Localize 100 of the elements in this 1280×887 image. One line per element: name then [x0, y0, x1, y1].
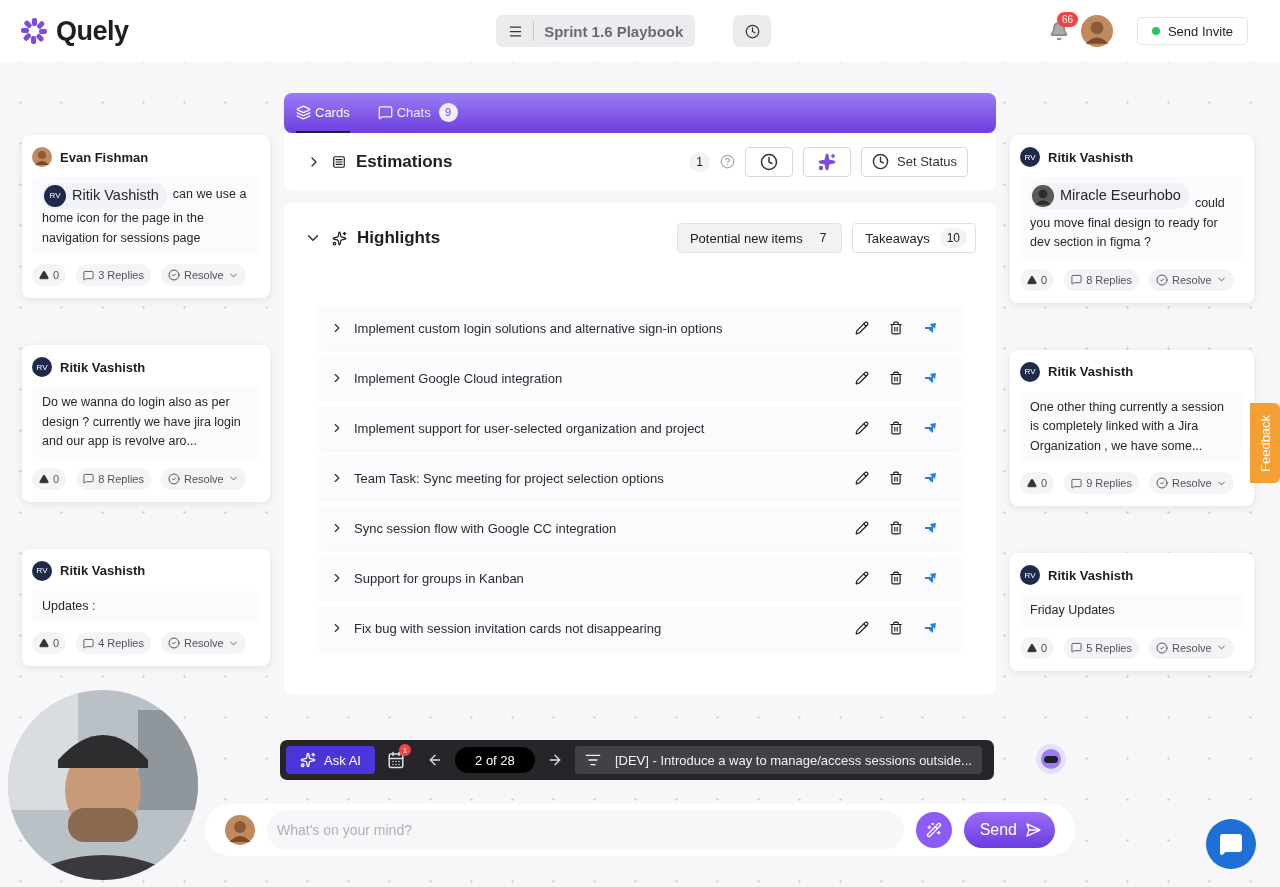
- comment-text: Friday Updates: [1020, 595, 1244, 627]
- check-circle-icon: [168, 637, 180, 649]
- highlight-title: Implement custom login solutions and alternative sign-in options: [354, 320, 724, 336]
- bot-button[interactable]: [1036, 744, 1066, 774]
- sparkle-icon: [332, 230, 347, 246]
- replies-button[interactable]: 8 Replies: [76, 467, 151, 490]
- arrows-icon[interactable]: [923, 321, 938, 335]
- clock-icon: [760, 152, 778, 171]
- arrows-icon[interactable]: [923, 371, 938, 385]
- highlight-row[interactable]: Team Task: Sync meeting for project selection options: [318, 457, 962, 499]
- notification-badge: 1: [398, 744, 411, 756]
- edit-icon[interactable]: [855, 471, 869, 485]
- delete-icon[interactable]: [889, 321, 903, 335]
- triangle-icon: [1027, 274, 1037, 285]
- highlight-row[interactable]: Implement custom login solutions and alternative sign-in options: [318, 307, 962, 349]
- highlight-row[interactable]: Fix bug with session invitation cards not disappearing: [318, 607, 962, 649]
- triangle-icon: [39, 638, 49, 648]
- menu-icon: [508, 23, 524, 39]
- calendar-icon[interactable]: [386, 751, 405, 769]
- magic-wand-button[interactable]: [915, 812, 952, 848]
- triangle-icon: [39, 270, 49, 280]
- resolve-button[interactable]: Resolve: [1149, 636, 1234, 659]
- replies-button[interactable]: 3 Replies: [76, 264, 151, 286]
- stack-icon: [296, 104, 311, 120]
- replies-button[interactable]: 4 Replies: [76, 632, 151, 654]
- highlight-title: Implement support for user-selected organization and project: [354, 420, 706, 436]
- speech-bubble-icon: [1071, 477, 1083, 489]
- message-input[interactable]: What's on your mind?: [267, 810, 904, 850]
- delete-icon[interactable]: [889, 421, 903, 435]
- avatar: RV: [1020, 147, 1040, 167]
- arrows-icon[interactable]: [923, 571, 938, 585]
- speech-bubble-icon: [83, 473, 95, 484]
- arrows-icon[interactable]: [923, 521, 938, 535]
- timer-button[interactable]: [745, 146, 793, 177]
- logo-icon: [20, 17, 48, 45]
- edit-icon[interactable]: [855, 371, 869, 385]
- send-button[interactable]: Send: [963, 812, 1055, 848]
- speech-bubble-icon: [83, 269, 95, 281]
- resolve-button[interactable]: Resolve: [161, 264, 246, 286]
- section-title: Estimations: [356, 151, 453, 172]
- replies-button[interactable]: 5 Replies: [1064, 636, 1139, 659]
- arrows-icon[interactable]: [923, 421, 938, 435]
- magic-wand-icon: [925, 822, 942, 838]
- playbook-button[interactable]: Sprint 1.6 Playbook: [496, 15, 696, 47]
- filter-button[interactable]: Potential new items 7: [676, 223, 843, 253]
- resolve-button[interactable]: Resolve: [1149, 472, 1234, 494]
- estimate-count: 1: [689, 151, 710, 172]
- avatar: [1080, 15, 1113, 47]
- resolve-button[interactable]: Resolve: [161, 632, 246, 654]
- highlight-row[interactable]: Implement support for user-selected organization and project: [318, 407, 962, 449]
- check-circle-icon: [1156, 641, 1168, 654]
- filter-button[interactable]: Takeaways 10: [852, 223, 976, 253]
- delete-icon[interactable]: [889, 621, 903, 635]
- delete-icon[interactable]: [889, 521, 903, 535]
- upvote-button[interactable]: 0: [1020, 472, 1055, 494]
- history-button[interactable]: [733, 15, 772, 47]
- current-item-button[interactable]: [DEV] - Introduce a way to manage/access sessions outside...: [574, 746, 982, 774]
- replies-button[interactable]: 9 Replies: [1064, 472, 1139, 494]
- mention-chip[interactable]: Miracle Eseurhobo: [1030, 183, 1189, 209]
- upvote-button[interactable]: 0: [32, 264, 67, 286]
- resolve-button[interactable]: Resolve: [1149, 268, 1234, 291]
- comment-text: Updates :: [32, 590, 260, 622]
- send-invite-button[interactable]: Send Invite: [1136, 17, 1248, 45]
- highlight-row[interactable]: Sync session flow with Google CC integration: [318, 507, 962, 549]
- author-name: Ritik Vashisth: [60, 359, 146, 375]
- highlight-row[interactable]: Implement Google Cloud integration: [318, 357, 962, 399]
- edit-icon[interactable]: [855, 421, 869, 435]
- delete-icon[interactable]: [889, 471, 903, 485]
- upvote-button[interactable]: 0: [32, 467, 67, 490]
- ask-ai-button[interactable]: Ask AI: [286, 746, 375, 774]
- sparkle-button[interactable]: [803, 146, 851, 177]
- avatar: RV: [32, 357, 52, 377]
- arrows-icon[interactable]: [923, 471, 938, 485]
- set-status-button[interactable]: Set Status: [861, 146, 968, 177]
- replies-button[interactable]: 8 Replies: [1064, 268, 1139, 291]
- resolve-button[interactable]: Resolve: [161, 467, 246, 490]
- edit-icon[interactable]: [855, 321, 869, 335]
- avatar: [32, 147, 52, 167]
- upvote-button[interactable]: 0: [1020, 268, 1055, 291]
- upvote-button[interactable]: 0: [1020, 636, 1055, 659]
- page-counter: 2 of 28: [454, 747, 535, 773]
- chat-button[interactable]: [1206, 819, 1256, 869]
- delete-icon[interactable]: [889, 371, 903, 385]
- avatar: RV: [32, 560, 52, 581]
- avatar: [225, 815, 255, 845]
- edit-icon[interactable]: [855, 621, 869, 635]
- upvote-button[interactable]: 0: [32, 632, 67, 654]
- check-circle-icon: [1156, 273, 1168, 286]
- triangle-icon: [39, 473, 49, 484]
- author-name: Ritik Vashisth: [60, 563, 146, 578]
- highlight-title: Implement Google Cloud integration: [354, 370, 564, 386]
- tab[interactable]: Chats 9: [377, 93, 458, 133]
- edit-icon[interactable]: [855, 571, 869, 585]
- highlight-row[interactable]: Support for groups in Kanban: [318, 557, 962, 599]
- arrows-icon[interactable]: [923, 621, 938, 635]
- mention-chip[interactable]: RV Ritik Vashisth: [42, 183, 167, 209]
- delete-icon[interactable]: [889, 571, 903, 585]
- edit-icon[interactable]: [855, 521, 869, 535]
- comment-text: Do we wanna do login also as per design ? currently we have jira login and our app is revolve aro...: [32, 387, 260, 458]
- check-circle-icon: [168, 269, 180, 281]
